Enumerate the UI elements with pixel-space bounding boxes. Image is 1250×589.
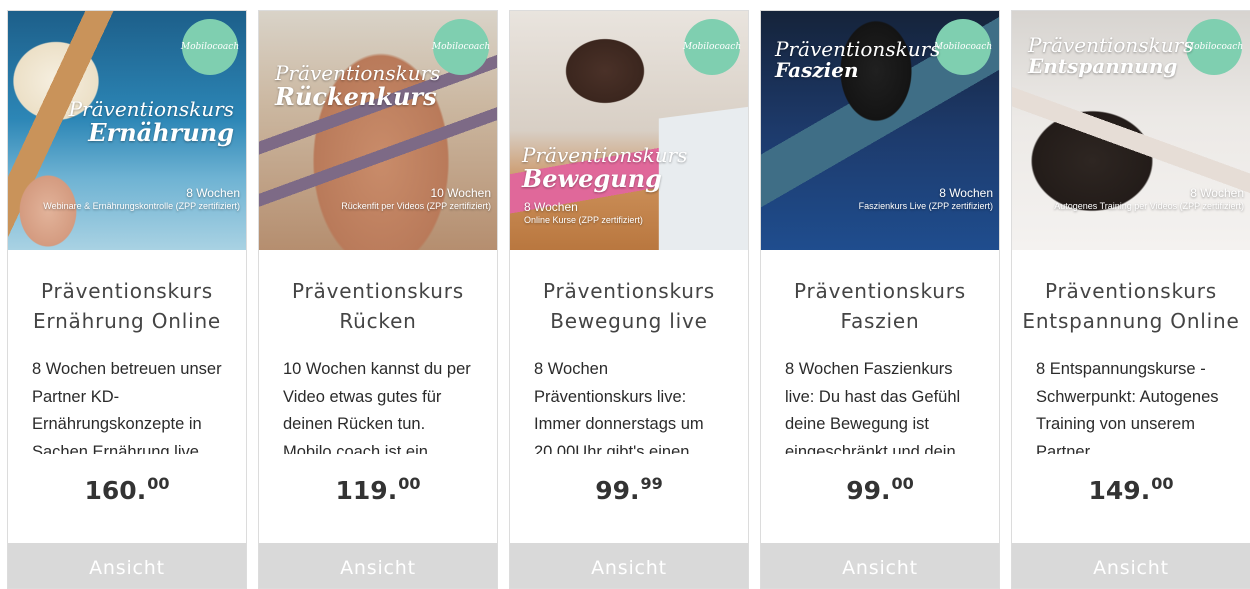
- product-card: Mobilocoach Präventionskurs Rückenkurs 1…: [258, 10, 498, 589]
- image-info: 8 Wochen Webinare & Ernährungskontrolle …: [43, 186, 240, 211]
- product-card: Mobilocoach Präventionskurs Entspannung …: [1011, 10, 1250, 589]
- image-title: Präventionskurs Bewegung: [522, 143, 688, 193]
- product-description: 8 Wochen Faszienkurs live: Du hast das G…: [785, 360, 961, 454]
- view-button[interactable]: Ansicht: [8, 543, 246, 588]
- product-image[interactable]: Mobilocoach Präventionskurs Bewegung 8 W…: [510, 11, 748, 250]
- image-title: Präventionskurs Faszien: [775, 37, 941, 82]
- image-title: Präventionskurs Ernährung: [68, 97, 234, 147]
- product-image[interactable]: Mobilocoach Präventionskurs Rückenkurs 1…: [259, 11, 497, 250]
- product-title[interactable]: Präventionskurs Ernährung Online: [8, 250, 246, 346]
- product-card: Mobilocoach Präventionskurs Ernährung 8 …: [7, 10, 247, 589]
- product-image[interactable]: Mobilocoach Präventionskurs Faszien 8 Wo…: [761, 11, 999, 250]
- product-title[interactable]: Präventionskurs Rücken: [259, 250, 497, 346]
- image-info: 8 Wochen Autogenes Training per Videos (…: [1054, 186, 1244, 211]
- product-title[interactable]: Präventionskurs Bewegung live: [510, 250, 748, 346]
- product-card: Mobilocoach Präventionskurs Bewegung 8 W…: [509, 10, 749, 589]
- image-info: 10 Wochen Rückenfit per Videos (ZPP zert…: [341, 186, 491, 211]
- brand-logo: Mobilocoach: [683, 19, 741, 75]
- product-description: 8 Wochen Präventionskurs live: Immer don…: [534, 360, 704, 454]
- product-description: 8 Wochen betreuen unser Partner KD-Ernäh…: [32, 360, 222, 454]
- product-price: 119.00: [335, 474, 421, 505]
- product-price: 99.00: [846, 474, 914, 505]
- product-description: 8 Entspannungskurse - Schwerpunkt: Autog…: [1036, 360, 1219, 454]
- product-description: 10 Wochen kannst du per Video etwas gute…: [283, 360, 471, 454]
- image-title: Präventionskurs Rückenkurs: [275, 61, 441, 111]
- image-info: 8 Wochen Online Kurse (ZPP zertifiziert): [524, 200, 643, 225]
- product-title[interactable]: Präventionskurs Faszien: [761, 250, 999, 346]
- product-image[interactable]: Mobilocoach Präventionskurs Entspannung …: [1012, 11, 1250, 250]
- product-card: Mobilocoach Präventionskurs Faszien 8 Wo…: [760, 10, 1000, 589]
- product-title[interactable]: Präventionskurs Entspannung Online: [1012, 250, 1250, 346]
- product-price: 99.99: [595, 474, 663, 505]
- image-title: Präventionskurs Entspannung: [1028, 33, 1194, 78]
- brand-logo: Mobilocoach: [432, 19, 490, 75]
- product-price: 149.00: [1088, 474, 1174, 505]
- product-image[interactable]: Mobilocoach Präventionskurs Ernährung 8 …: [8, 11, 246, 250]
- brand-logo: Mobilocoach: [181, 19, 239, 75]
- product-grid: Mobilocoach Präventionskurs Ernährung 8 …: [7, 10, 1250, 589]
- brand-logo: Mobilocoach: [934, 19, 992, 75]
- view-button[interactable]: Ansicht: [1012, 543, 1250, 588]
- image-info: 8 Wochen Faszienkurs Live (ZPP zertifizi…: [858, 186, 993, 211]
- view-button[interactable]: Ansicht: [510, 543, 748, 588]
- view-button[interactable]: Ansicht: [761, 543, 999, 588]
- brand-logo: Mobilocoach: [1185, 19, 1243, 75]
- view-button[interactable]: Ansicht: [259, 543, 497, 588]
- product-price: 160.00: [84, 474, 170, 505]
